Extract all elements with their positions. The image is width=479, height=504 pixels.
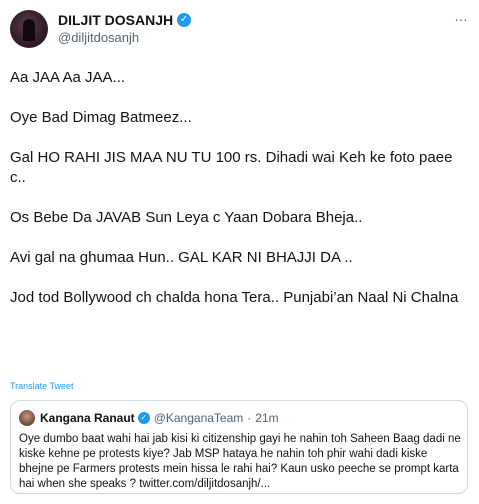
translate-tweet-link[interactable]: Translate Tweet <box>10 381 74 391</box>
author-name-row: DILJIT DOSANJH ✓ <box>58 12 192 28</box>
separator-dot: · <box>247 411 252 425</box>
quoted-timestamp[interactable]: 21m <box>255 411 278 425</box>
quoted-author-handle[interactable]: @KanganaTeam <box>154 411 244 425</box>
tweet-paragraph: Aa JAA Aa JAA... <box>10 69 126 86</box>
tweet-header: DILJIT DOSANJH ✓ @diljitdosanjh … <box>10 8 469 52</box>
author-name[interactable]: DILJIT DOSANJH <box>58 12 173 28</box>
quoted-tweet-header: Kangana Ranaut ✓ @KanganaTeam · 21m <box>19 410 279 426</box>
tweet-paragraph: Jod tod Bollywood ch chalda hona Tera.. … <box>10 289 459 306</box>
avatar[interactable] <box>10 10 48 48</box>
verified-badge-icon: ✓ <box>177 13 192 27</box>
author-handle[interactable]: @diljitdosanjh <box>58 30 139 45</box>
tweet-body: Aa JAA Aa JAA... Oye Bad Dimag Batmeez..… <box>10 68 470 328</box>
tweet-paragraph: Os Bebe Da JAVAB Sun Leya c Yaan Dobara … <box>10 209 363 226</box>
verified-badge-icon: ✓ <box>137 412 150 424</box>
tweet-paragraph: Gal HO RAHI JIS MAA NU TU 100 rs. Dihadi… <box>10 149 457 186</box>
tweet-paragraph: Avi gal na ghumaa Hun.. GAL KAR NI BHAJJ… <box>10 249 353 266</box>
quoted-avatar[interactable] <box>19 410 35 426</box>
quoted-tweet-text: Oye dumbo baat wahi hai jab kisi ki citi… <box>19 433 461 490</box>
more-options-icon[interactable]: … <box>454 8 469 24</box>
tweet-paragraph: Oye Bad Dimag Batmeez... <box>10 109 192 126</box>
quoted-author-name[interactable]: Kangana Ranaut <box>40 411 135 425</box>
quoted-tweet[interactable]: Kangana Ranaut ✓ @KanganaTeam · 21m Oye … <box>10 400 468 494</box>
